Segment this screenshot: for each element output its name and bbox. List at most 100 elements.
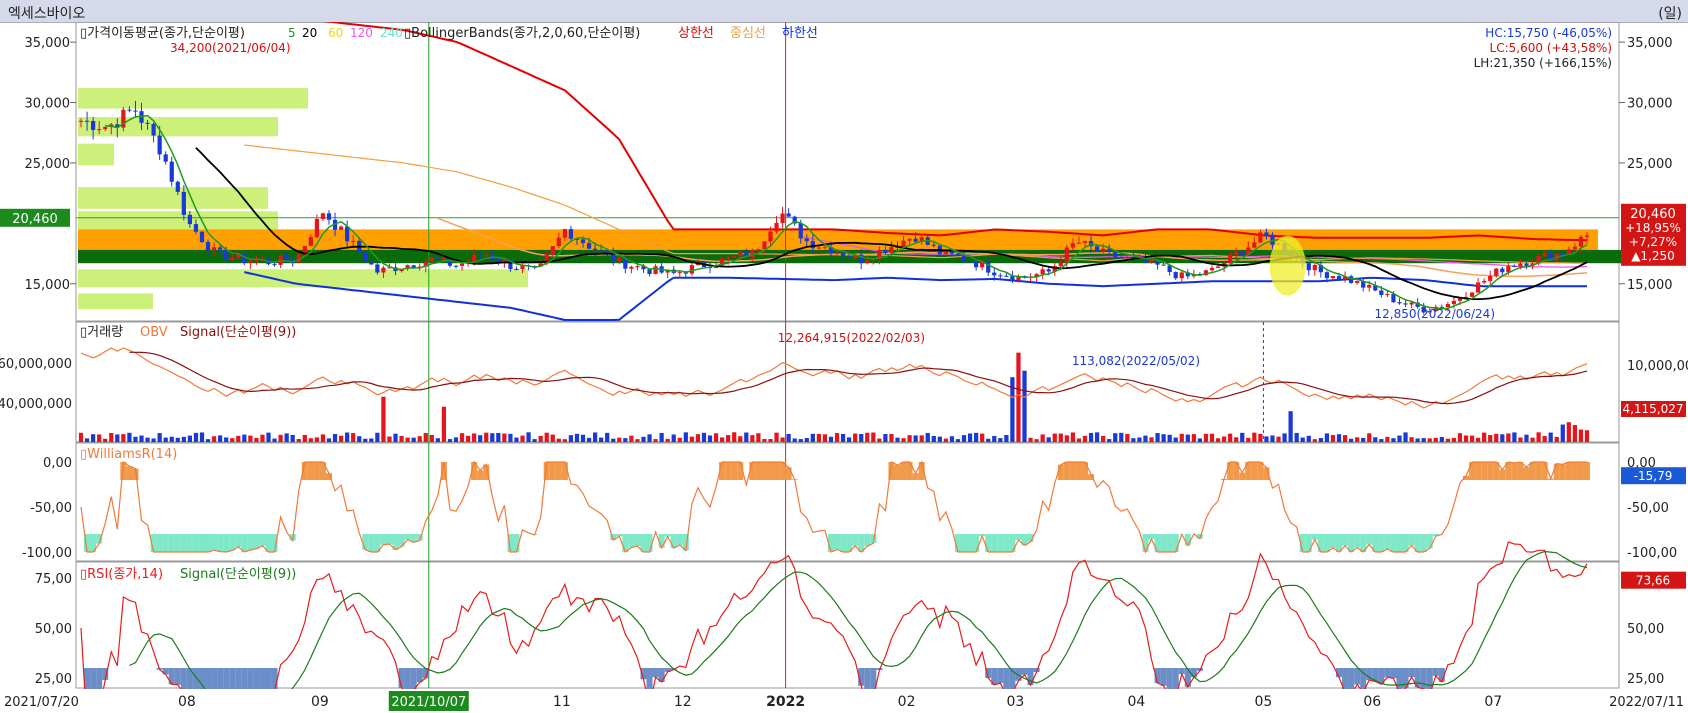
williams-overbought-fill (1251, 462, 1258, 480)
volume-bar (1584, 430, 1590, 442)
candle-body (1451, 300, 1457, 305)
candle-body (157, 135, 162, 155)
candle-body (822, 247, 828, 249)
candle-body (175, 181, 180, 192)
williams-ytick-left: -50,00 (30, 501, 72, 516)
volume-bar (937, 436, 942, 442)
volume-bar (205, 439, 211, 442)
candle-body (1119, 257, 1124, 259)
volume-bar (1318, 438, 1323, 442)
volume-bar (1433, 437, 1438, 442)
volume-bar (260, 434, 265, 442)
rsi-legend: ▯RSI(종가,14) (80, 567, 163, 582)
candle-body (145, 122, 150, 124)
ma120-legend: 120 (350, 26, 373, 40)
williams-oversold-fill (192, 534, 199, 552)
candle-body (127, 109, 132, 111)
stock-chart[interactable]: 35,000 35,000 30,000 30,000 25,000 25,000 15,0… (0, 22, 1688, 713)
volume-bar (1518, 437, 1523, 442)
volume-bar (193, 432, 199, 442)
candle-body (1494, 268, 1499, 276)
williams-overbought-fill (126, 466, 133, 480)
williams-oversold-fill (223, 534, 230, 552)
williams-oversold-fill (404, 534, 411, 540)
volume-bar (393, 433, 398, 442)
williams-overbought-fill (1559, 464, 1566, 480)
candle-body (1578, 236, 1584, 247)
volume-bar (943, 438, 949, 442)
volume-profile-bar (78, 211, 278, 231)
volume-bar (1379, 439, 1384, 442)
volume-bar (689, 436, 694, 442)
volume-bar (816, 433, 821, 442)
williams-oversold-fill (229, 534, 236, 551)
volume-bar (78, 432, 84, 442)
volume-bar (97, 434, 102, 442)
williams-oversold-fill (1408, 534, 1415, 546)
candle-body (1004, 275, 1009, 277)
williams-overbought-fill (1577, 462, 1584, 480)
candle-body (1101, 248, 1106, 252)
volume-bar (1391, 438, 1396, 442)
rsi-oversold-fill (1021, 668, 1028, 675)
volume-bar (538, 435, 543, 442)
candle-body (272, 264, 277, 266)
williams-oversold-fill (1184, 534, 1191, 546)
volume-bar (1409, 437, 1414, 442)
candle-body (1258, 232, 1263, 243)
williams-overbought-fill (1475, 462, 1482, 480)
volume-bar (1469, 435, 1475, 442)
volume-bar (254, 437, 259, 442)
williams-overbought-fill (1469, 462, 1476, 480)
williams-overbought-fill (1517, 462, 1524, 480)
candle-body (1064, 247, 1069, 263)
high-annotation: 34,200(2021/06/04) (170, 41, 291, 55)
candle-body (550, 246, 555, 255)
bollinger-upper-line (322, 22, 1588, 242)
volume-bar (435, 438, 440, 442)
candle-body (1234, 252, 1239, 255)
williams-oversold-fill (852, 534, 859, 546)
williams-oversold-fill (1354, 534, 1361, 548)
candle-body (1161, 264, 1166, 266)
volume-bar (925, 432, 930, 442)
volume-bar (701, 432, 707, 442)
volume-bar (1246, 437, 1251, 442)
volume-bar (1560, 424, 1565, 442)
volume-bar (1058, 433, 1063, 442)
williams-oversold-fill (991, 534, 998, 552)
volume-bar (1324, 433, 1330, 442)
candle-body (568, 229, 574, 239)
williams-oversold-fill (1160, 534, 1167, 552)
volume-bar (441, 406, 447, 442)
volume-bar (1282, 433, 1287, 442)
volume-bar (713, 433, 719, 442)
volume-bar (1336, 434, 1342, 442)
williams-oversold-fill (380, 534, 387, 545)
candle-body (1324, 272, 1330, 279)
candle-body (1312, 264, 1317, 271)
volume-bar (1554, 436, 1559, 442)
williams-oversold-fill (864, 534, 871, 547)
candle-body (1082, 241, 1088, 243)
volume-bar (677, 437, 682, 442)
candle-body (1391, 294, 1396, 303)
volume-bar (967, 433, 973, 442)
volume-bar (278, 434, 283, 442)
volume-bar (429, 434, 434, 442)
price-ytick-right: 15,000 (1627, 278, 1673, 293)
xaxis-month-label: 06 (1363, 694, 1381, 710)
volume-bar (266, 432, 271, 442)
volume-bar (847, 437, 852, 442)
williams-oversold-fill (834, 534, 841, 550)
candle-body (326, 213, 332, 220)
williams-overbought-fill (1069, 462, 1076, 480)
volume-bar (526, 432, 531, 442)
williams-ytick-left: 0,00 (43, 456, 72, 471)
candle-body (211, 247, 217, 251)
candle-body (1336, 276, 1342, 280)
volume-bar (580, 434, 586, 442)
williams-oversold-fill (840, 534, 847, 552)
candle-body (931, 244, 936, 246)
volume-bar (236, 435, 241, 442)
